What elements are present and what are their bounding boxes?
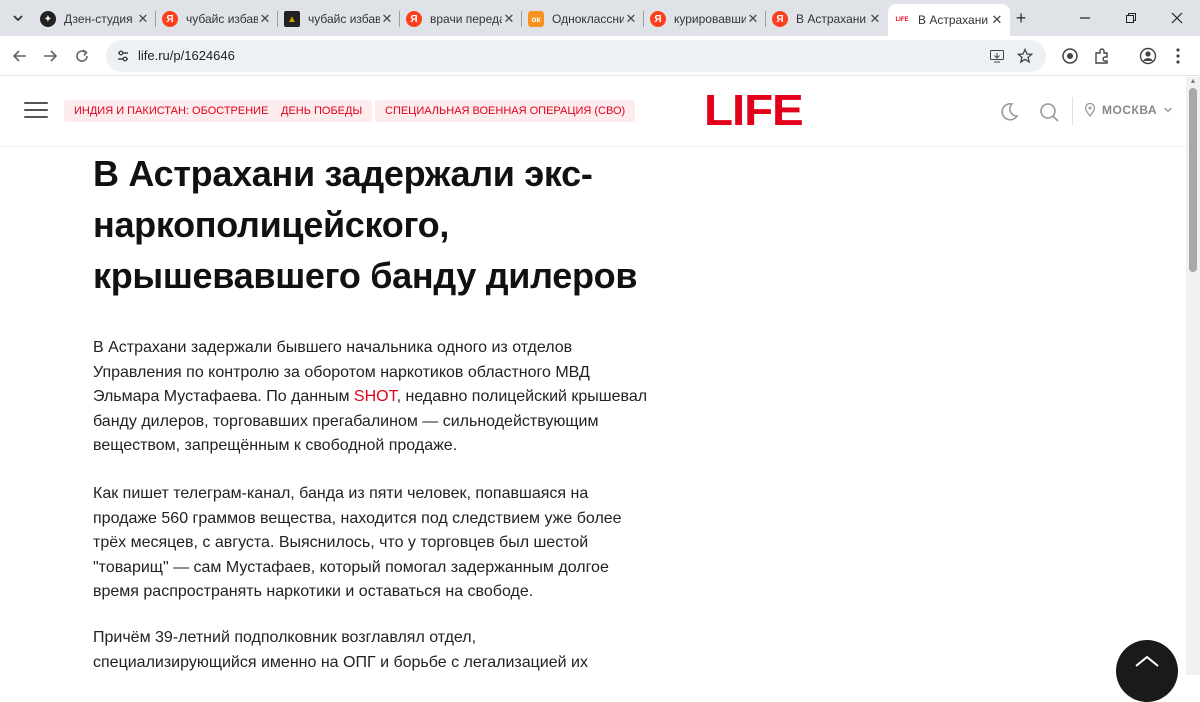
paragraph-line: В Астрахани задержали бывшего начальника… — [93, 339, 573, 356]
site-header: ИНДИЯ И ПАКИСТАН: ОБОСТРЕНИЕ ДЕНЬ ПОБЕДЫ… — [0, 77, 1186, 147]
tab-title: врачи передали — [430, 12, 502, 26]
close-window-button[interactable] — [1154, 0, 1200, 36]
extension-puzzle-badge-icon[interactable] — [1058, 44, 1082, 68]
browser-tab[interactable]: Якурировавший✕ — [644, 6, 766, 32]
headline-line: наркополицейского, — [93, 204, 450, 245]
nav-pill-victory-day[interactable]: ДЕНЬ ПОБЕДЫ — [271, 100, 373, 122]
yandex-favicon-icon: Я — [162, 11, 178, 27]
paragraph-line: специализирующийся именно на ОПГ и борьб… — [93, 653, 588, 671]
yandex-favicon-icon: Я — [650, 11, 666, 27]
life-favicon-icon: LIFE — [895, 17, 909, 23]
browser-tab[interactable]: LIFE В Астрахани ✕ — [888, 4, 1010, 36]
yandex-favicon-icon: Я — [406, 11, 422, 27]
close-tab-icon[interactable]: ✕ — [380, 11, 394, 27]
paragraph-text: Эльмара Мустафаева. По данным — [93, 388, 354, 405]
paragraph-line: время распространять наркотики и остават… — [93, 583, 534, 600]
install-app-icon[interactable] — [988, 47, 1006, 65]
browser-tab[interactable]: Я В Астрахани ✕ — [766, 6, 888, 32]
tab-strip: ✦Дзен-студия✕Ячубайс избавился✕▲чубайс и… — [0, 0, 1200, 36]
new-tab-button[interactable]: + — [1010, 7, 1032, 29]
image-thumb-favicon-icon: ▲ — [284, 11, 300, 27]
chevron-up-icon — [1135, 655, 1159, 667]
tab-title: Дзен-студия — [64, 12, 133, 26]
minimize-button[interactable] — [1062, 0, 1108, 36]
paragraph-line: "товарищ" — сам Мустафаев, который помог… — [93, 558, 609, 576]
paragraph-line: банду дилеров, торговавших прегабалином … — [93, 412, 599, 430]
close-tab-icon[interactable]: ✕ — [868, 11, 882, 27]
extensions-icon[interactable] — [1090, 44, 1114, 68]
browser-tab[interactable]: ▲ чубайс избавился✕ — [278, 6, 400, 32]
nav-pill-svo[interactable]: СПЕЦИАЛЬНАЯ ВОЕННАЯ ОПЕРАЦИЯ (СВО) — [375, 100, 636, 122]
browser-tab[interactable]: Ячубайс избавился✕ — [156, 6, 278, 32]
browser-tab[interactable]: ✦ Дзен-студия ✕ — [34, 6, 156, 32]
close-tab-icon[interactable]: ✕ — [502, 11, 516, 27]
browser-toolbar: life.ru/p/1624646 — [0, 36, 1200, 76]
paragraph-line: трёх месяцев, с августа. Выяснилось, что… — [93, 534, 589, 551]
bookmark-star-icon[interactable] — [1016, 47, 1034, 65]
paragraph-line: продаже 560 граммов вещества, находится … — [93, 509, 622, 527]
divider — [1072, 97, 1073, 125]
browser-tab[interactable]: Яврачи передали✕ — [400, 6, 522, 32]
search-icon[interactable] — [1038, 101, 1060, 123]
close-tab-icon[interactable]: ✕ — [258, 11, 272, 27]
paragraph-line: Как пишет телеграм-канал, банда из пяти … — [93, 485, 589, 502]
city-label: МОСКВА — [1102, 103, 1158, 117]
chevron-down-icon — [1164, 107, 1173, 113]
hamburger-menu-icon[interactable] — [24, 102, 48, 120]
restore-icon — [1126, 13, 1136, 23]
article-paragraph-3: Причём 39-летний подполковник возглавлял… — [93, 626, 653, 675]
url-text: life.ru/p/1624646 — [138, 48, 235, 63]
scroll-up-arrow-icon[interactable]: ▲ — [1188, 78, 1198, 86]
tab-title: чубайс избавился — [186, 12, 258, 26]
arrow-right-icon — [44, 50, 58, 62]
paragraph-line: веществом, запрещённым к свободной прода… — [93, 437, 458, 454]
article-paragraph-2: Как пишет телеграм-канал, банда из пяти … — [93, 482, 653, 605]
tab-title: В Астрахани — [796, 12, 867, 26]
reload-button[interactable] — [70, 44, 94, 68]
location-pin-icon — [1084, 103, 1096, 117]
tab-title: Одноклассники — [552, 12, 624, 26]
close-tab-icon[interactable]: ✕ — [990, 12, 1004, 28]
close-tab-icon[interactable]: ✕ — [746, 11, 760, 27]
forward-button[interactable] — [38, 44, 62, 68]
article-paragraph-1: В Астрахани задержали бывшего начальника… — [93, 336, 653, 459]
tab-title: В Астрахани — [918, 13, 989, 27]
address-bar[interactable]: life.ru/p/1624646 — [106, 40, 1046, 72]
browser-tab[interactable]: ок Одноклассники✕ — [522, 6, 644, 32]
close-tab-icon[interactable]: ✕ — [136, 11, 150, 27]
source-link-shot[interactable]: SHOT — [354, 388, 397, 405]
site-info-icon[interactable] — [116, 49, 130, 63]
paragraph-line: Причём 39-летний подполковник возглавлял… — [93, 629, 477, 646]
close-icon — [1171, 12, 1183, 24]
tab-title: чубайс избавился — [308, 12, 380, 26]
browser-menu-icon[interactable] — [1166, 44, 1190, 68]
yandex-favicon-icon: Я — [772, 11, 788, 27]
city-selector[interactable]: МОСКВА — [1072, 97, 1173, 125]
paragraph-line: Эльмара Мустафаева. По данным SHOT, неда… — [93, 385, 653, 410]
profile-icon[interactable] — [1136, 44, 1160, 68]
page-scrollbar-thumb[interactable] — [1189, 88, 1197, 272]
restore-button[interactable] — [1108, 0, 1154, 36]
dzen-favicon-icon: ✦ — [40, 11, 56, 27]
article-headline: В Астрахани задержали экс- наркополицейс… — [93, 148, 733, 301]
close-tab-icon[interactable]: ✕ — [624, 11, 638, 27]
headline-line: В Астрахани задержали экс- — [93, 153, 593, 194]
paragraph-line: Управления по контролю за оборотом нарко… — [93, 363, 590, 381]
scroll-to-top-button[interactable] — [1116, 640, 1178, 702]
moon-icon[interactable] — [998, 101, 1020, 123]
ok-favicon-icon: ок — [528, 11, 544, 27]
minimize-icon — [1080, 17, 1090, 19]
tab-title: курировавший — [674, 12, 746, 26]
reload-icon — [76, 49, 88, 62]
nav-pill-india-pakistan[interactable]: ИНДИЯ И ПАКИСТАН: ОБОСТРЕНИЕ — [64, 100, 279, 122]
chevron-down-icon — [13, 15, 23, 22]
site-logo[interactable]: LIFE — [704, 89, 804, 133]
headline-line: крышевавшего банду дилеров — [93, 255, 638, 296]
tab-search-button[interactable] — [6, 6, 30, 30]
arrow-left-icon — [12, 50, 26, 62]
paragraph-text: , недавно полицейский крышевал — [396, 388, 648, 405]
back-button[interactable] — [8, 44, 32, 68]
